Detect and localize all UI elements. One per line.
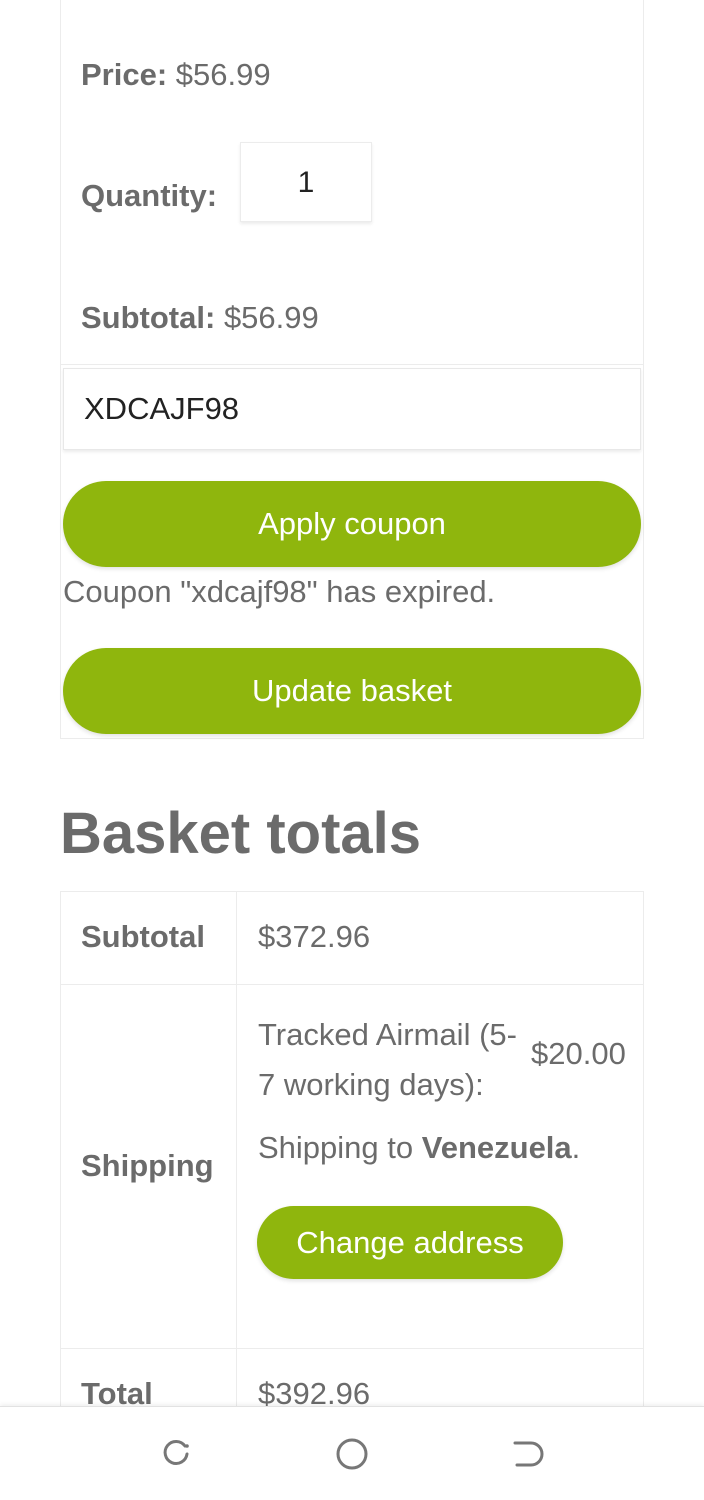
table-column-divider: [236, 891, 237, 1491]
subtotal-label: Subtotal:: [81, 300, 216, 335]
back-icon[interactable]: [511, 1437, 545, 1471]
home-icon[interactable]: [335, 1437, 369, 1471]
change-address-button[interactable]: Change address: [257, 1206, 563, 1279]
price-value: $56.99: [175, 57, 271, 92]
divider: [60, 364, 644, 365]
totals-subtotal-label: Subtotal: [81, 919, 205, 954]
table-row-divider: [60, 984, 644, 985]
subtotal-value: $56.99: [223, 300, 319, 335]
shipping-method: Tracked Airmail (5-7 working days):: [258, 1017, 517, 1102]
subtotal-row: Subtotal: $56.99: [81, 300, 319, 336]
update-basket-button[interactable]: Update basket: [63, 648, 641, 734]
basket-totals-title: Basket totals: [60, 801, 422, 866]
shipping-label: Shipping: [81, 1148, 214, 1183]
coupon-code-input[interactable]: XDCAJF98: [63, 368, 641, 450]
price-row: Price: $56.99: [81, 57, 271, 93]
recent-apps-icon[interactable]: [159, 1437, 193, 1471]
shipping-price: $20.00: [531, 1036, 626, 1071]
coupon-notice: Coupon "xdcajf98" has expired.: [63, 574, 496, 609]
apply-coupon-button[interactable]: Apply coupon: [63, 481, 641, 567]
system-navigation-bar: [0, 1406, 704, 1500]
table-row-divider: [60, 1348, 644, 1349]
totals-subtotal-value: $372.96: [258, 919, 371, 954]
shipping-country: Venezuela: [421, 1130, 572, 1165]
quantity-input[interactable]: 1: [240, 142, 372, 222]
cart-page: Price: $56.99 Quantity: 1 Subtotal: $56.…: [0, 0, 704, 1500]
shipping-destination: Shipping to Venezuela.: [258, 1130, 581, 1165]
price-label: Price:: [81, 57, 168, 92]
quantity-label: Quantity:: [81, 178, 218, 213]
